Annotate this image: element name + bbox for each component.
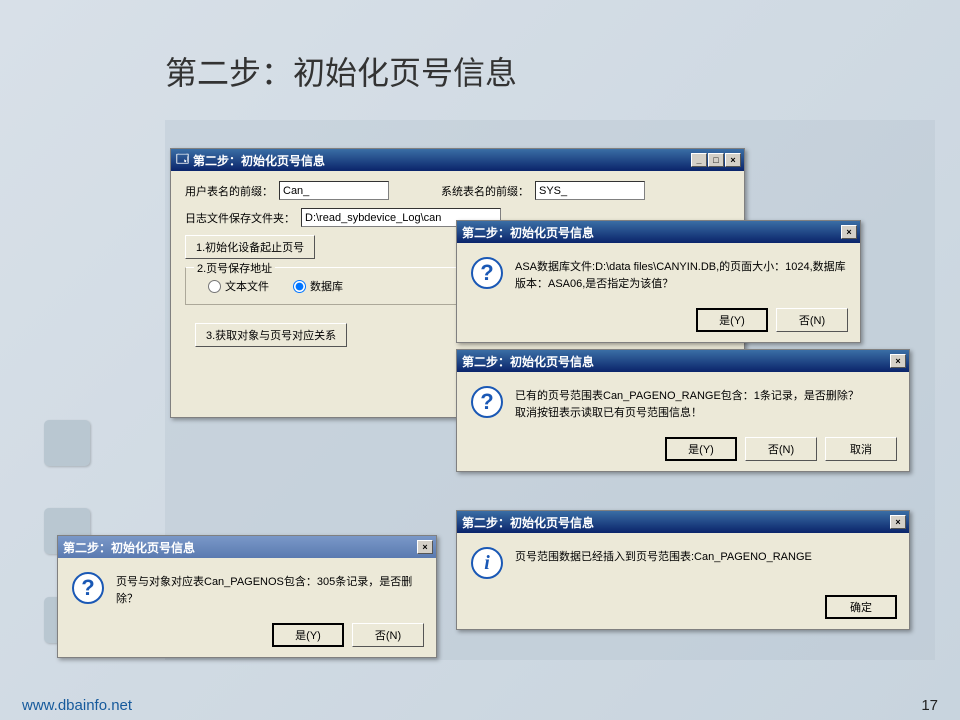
ok-button[interactable]: 确定 bbox=[825, 595, 897, 619]
dialog-title: 第二步：初始化页号信息 bbox=[462, 514, 890, 531]
dialog-pagenos-delete: 第二步：初始化页号信息 × ? 页号与对象对应表Can_PAGENOS包含：30… bbox=[57, 535, 437, 658]
no-button[interactable]: 否(N) bbox=[776, 308, 848, 332]
dialog-message-line2: 取消按钮表示读取已有页号范围信息！ bbox=[515, 405, 859, 422]
dialog-message: 页号范围数据已经插入到页号范围表:Can_PAGENO_RANGE bbox=[515, 547, 812, 579]
radio-text-file-label: 文本文件 bbox=[225, 278, 269, 294]
title-bar: 第二步：初始化页号信息 × bbox=[58, 536, 436, 558]
radio-database[interactable]: 数据库 bbox=[293, 278, 343, 294]
dialog-title: 第二步：初始化页号信息 bbox=[63, 539, 417, 556]
title-bar: 第二步：初始化页号信息 × bbox=[457, 221, 860, 243]
cancel-button[interactable]: 取消 bbox=[825, 437, 897, 461]
radio-database-label: 数据库 bbox=[310, 278, 343, 294]
maximize-button[interactable]: □ bbox=[708, 153, 724, 167]
user-prefix-input[interactable] bbox=[279, 181, 389, 200]
dialog-message: 页号与对象对应表Can_PAGENOS包含：305条记录，是否删除？ bbox=[116, 572, 422, 607]
user-prefix-label: 用户表名的前缀： bbox=[185, 183, 273, 199]
question-icon: ? bbox=[72, 572, 104, 604]
dialog-range-delete: 第二步：初始化页号信息 × ? 已有的页号范围表Can_PAGENO_RANGE… bbox=[456, 349, 910, 472]
dialog-title: 第二步：初始化页号信息 bbox=[462, 353, 890, 370]
no-button[interactable]: 否(N) bbox=[352, 623, 424, 647]
log-folder-label: 日志文件保存文件夹： bbox=[185, 210, 295, 226]
radio-text-file[interactable]: 文本文件 bbox=[208, 278, 269, 294]
question-icon: ? bbox=[471, 257, 503, 289]
deco-square bbox=[44, 420, 90, 466]
title-bar: 第二步：初始化页号信息 × bbox=[457, 511, 909, 533]
window-title: 第二步：初始化页号信息 bbox=[193, 152, 691, 169]
get-relation-button[interactable]: 3.获取对象与页号对应关系 bbox=[195, 323, 347, 347]
dialog-title: 第二步：初始化页号信息 bbox=[462, 224, 841, 241]
yes-button[interactable]: 是(Y) bbox=[696, 308, 768, 332]
yes-button[interactable]: 是(Y) bbox=[665, 437, 737, 461]
dialog-message: 已有的页号范围表Can_PAGENO_RANGE包含：1条记录，是否删除？ 取消… bbox=[515, 386, 859, 421]
yes-button[interactable]: 是(Y) bbox=[272, 623, 344, 647]
sys-prefix-label: 系统表名的前缀： bbox=[441, 183, 529, 199]
title-bar: 🗔 第二步：初始化页号信息 _ □ × bbox=[171, 149, 744, 171]
page-number: 17 bbox=[921, 697, 938, 714]
minimize-button[interactable]: _ bbox=[691, 153, 707, 167]
close-button[interactable]: × bbox=[890, 354, 906, 368]
no-button[interactable]: 否(N) bbox=[745, 437, 817, 461]
radio-text-file-input[interactable] bbox=[208, 280, 221, 293]
question-icon: ? bbox=[471, 386, 503, 418]
close-button[interactable]: × bbox=[890, 515, 906, 529]
title-bar: 第二步：初始化页号信息 × bbox=[457, 350, 909, 372]
app-icon: 🗔 bbox=[176, 150, 189, 171]
dialog-message: ASA数据库文件:D:\data files\CANYIN.DB,的页面大小：1… bbox=[515, 257, 846, 292]
sys-prefix-input[interactable] bbox=[535, 181, 645, 200]
close-button[interactable]: × bbox=[841, 225, 857, 239]
info-icon: i bbox=[471, 547, 503, 579]
radio-database-input[interactable] bbox=[293, 280, 306, 293]
slide-title: 第二步：初始化页号信息 bbox=[165, 48, 517, 94]
close-button[interactable]: × bbox=[417, 540, 433, 554]
close-button[interactable]: × bbox=[725, 153, 741, 167]
init-device-button[interactable]: 1.初始化设备起止页号 bbox=[185, 235, 315, 259]
slide-footer: www.dbainfo.net 17 bbox=[0, 690, 960, 720]
dialog-asa-confirm: 第二步：初始化页号信息 × ? ASA数据库文件:D:\data files\C… bbox=[456, 220, 861, 343]
dialog-insert-done: 第二步：初始化页号信息 × i 页号范围数据已经插入到页号范围表:Can_PAG… bbox=[456, 510, 910, 630]
dialog-message-line1: 已有的页号范围表Can_PAGENO_RANGE包含：1条记录，是否删除？ bbox=[515, 388, 859, 405]
footer-url: www.dbainfo.net bbox=[22, 697, 132, 714]
